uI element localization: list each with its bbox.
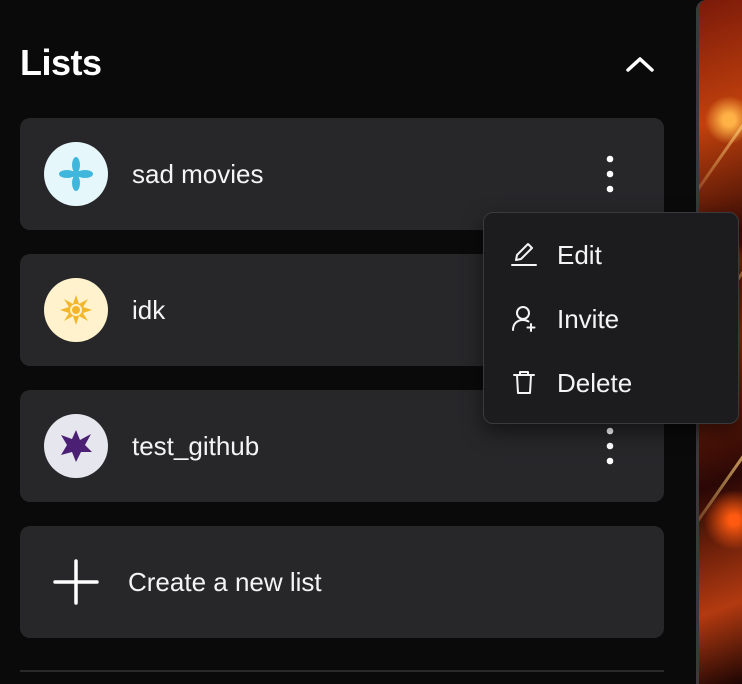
yellow-burst-icon: [60, 295, 92, 325]
page-title: Lists: [20, 42, 102, 83]
menu-item-edit[interactable]: Edit: [484, 225, 738, 285]
pencil-icon: [511, 243, 537, 266]
purple-star-icon: [61, 430, 92, 462]
kebab-menu-icon: [606, 155, 614, 193]
trash-icon: [513, 371, 535, 394]
create-list-label: Create a new list: [128, 567, 322, 597]
plus-icon: [53, 559, 99, 605]
collapse-button[interactable]: [620, 44, 660, 84]
blue-sparkle-icon: [59, 157, 93, 191]
menu-item-delete[interactable]: Delete: [484, 353, 738, 413]
menu-item-invite[interactable]: Invite: [484, 289, 738, 349]
list-name: sad movies: [132, 159, 264, 189]
list-avatar: [44, 142, 108, 206]
list-name: idk: [132, 295, 166, 325]
list-avatar: [44, 278, 108, 342]
list-avatar: [44, 414, 108, 478]
more-options-button[interactable]: [586, 422, 634, 470]
kebab-menu-icon: [606, 427, 614, 465]
divider: [20, 670, 664, 672]
menu-item-label: Invite: [557, 304, 620, 334]
chevron-up-icon: [626, 57, 654, 72]
list-name: test_github: [132, 431, 260, 461]
menu-item-label: Edit: [557, 240, 602, 270]
add-user-icon: [512, 306, 536, 332]
context-menu: Edit Invite Delete: [483, 212, 739, 424]
menu-item-label: Delete: [557, 368, 633, 398]
more-options-button[interactable]: [586, 150, 634, 198]
create-list-button[interactable]: Create a new list: [20, 526, 664, 638]
